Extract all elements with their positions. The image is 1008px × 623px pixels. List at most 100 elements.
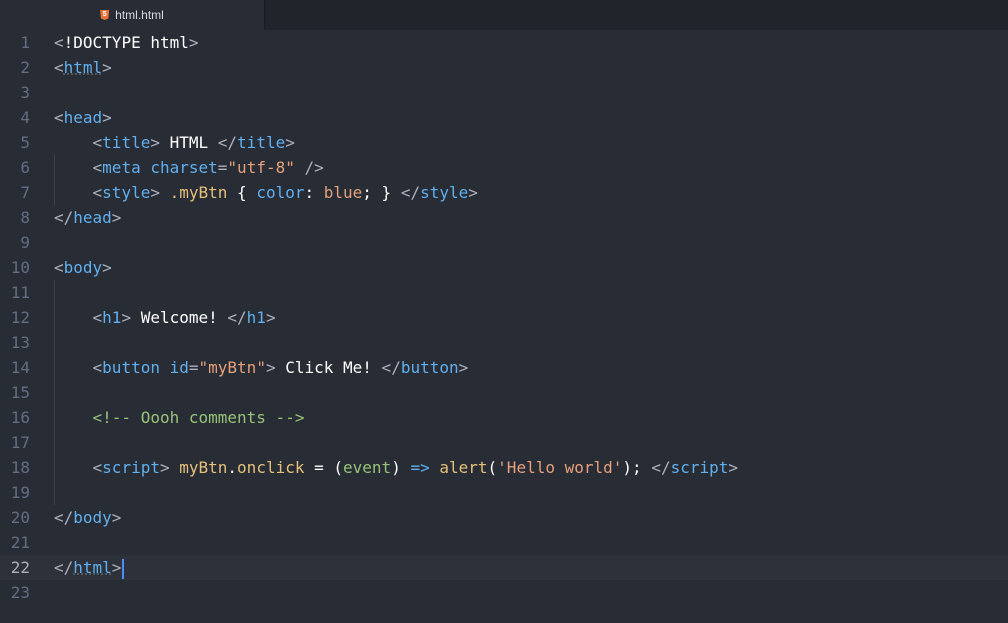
code-token: </ (208, 133, 238, 152)
code-token: < (54, 158, 103, 177)
code-token: . (227, 458, 238, 477)
code-token: < (54, 358, 103, 377)
tab-html-file[interactable]: 5 html.html (0, 0, 264, 30)
code-token: => (410, 458, 430, 477)
code-token: color (256, 183, 305, 202)
code-token: onclick (237, 458, 305, 477)
code-line[interactable]: 6 <meta charset="utf-8" /> (0, 155, 1008, 180)
code-editor[interactable]: 1 <!DOCTYPE html> 2 <html> 3 4 <head> 5 <title>… (0, 30, 1008, 623)
code-line[interactable]: 19 (0, 480, 1008, 505)
code-token: > (728, 458, 739, 477)
line-number: 11 (10, 283, 30, 302)
code-token: > (102, 108, 112, 127)
line-number: 23 (10, 583, 30, 602)
code-text: <html> (54, 55, 112, 80)
line-number: 6 (20, 158, 30, 177)
code-line[interactable]: 13 (0, 330, 1008, 355)
code-token: <!-- Oooh comments --> (54, 408, 305, 427)
code-token: > (265, 308, 276, 327)
line-number: 10 (10, 258, 30, 277)
code-line[interactable]: 2 <html> (0, 55, 1008, 80)
code-token: : (304, 183, 324, 202)
code-token: Welcome! (140, 308, 218, 327)
line-number: 2 (20, 58, 30, 77)
code-token: 'Hello world' (497, 458, 623, 477)
code-line[interactable]: 23 (0, 580, 1008, 605)
text-cursor (122, 558, 125, 579)
code-line[interactable]: 8 </head> (0, 205, 1008, 230)
code-line[interactable]: 21 (0, 530, 1008, 555)
code-text: <title> HTML </title> (54, 130, 295, 155)
code-token: > (102, 258, 112, 277)
code-token: body (63, 258, 103, 277)
line-number: 12 (10, 308, 30, 327)
code-token: < (54, 183, 103, 202)
code-line[interactable]: 20 </body> (0, 505, 1008, 530)
code-token: body (73, 508, 112, 527)
code-line[interactable]: 5 <title> HTML </title> (0, 130, 1008, 155)
code-token: blue (323, 183, 363, 202)
code-token: ); (622, 458, 652, 477)
code-token: </ (54, 208, 74, 227)
code-line[interactable]: 16 <!-- Oooh comments --> (0, 405, 1008, 430)
code-token: > (188, 33, 199, 52)
code-line[interactable]: 9 (0, 230, 1008, 255)
code-line[interactable]: 18 <script> myBtn.onclick = (event) => a… (0, 455, 1008, 480)
code-token: ( (487, 458, 498, 477)
code-token: > (102, 58, 112, 77)
code-token: !DOCTYPE html (63, 33, 189, 52)
code-token: < (54, 33, 64, 52)
line-number: 14 (10, 358, 30, 377)
code-text: <!-- Oooh comments --> (54, 405, 305, 430)
line-number: 22 (10, 558, 30, 577)
code-token: > (150, 183, 170, 202)
code-token: > (468, 183, 478, 202)
code-text: <meta charset="utf-8" /> (54, 155, 324, 180)
code-line[interactable]: 4 <head> (0, 105, 1008, 130)
code-line[interactable]: 12 <h1> Welcome! </h1> (0, 305, 1008, 330)
code-token: id (169, 358, 189, 377)
code-token: html (63, 58, 103, 77)
code-token: </ (54, 508, 74, 527)
code-line[interactable]: 1 <!DOCTYPE html> (0, 30, 1008, 55)
code-token: ; } (362, 183, 401, 202)
code-token: < (54, 458, 103, 477)
code-token: style (420, 183, 469, 202)
code-token: </ (400, 183, 421, 202)
code-token: button (102, 358, 160, 377)
line-number: 5 (20, 133, 30, 152)
code-token: > (265, 358, 286, 377)
code-text: <!DOCTYPE html> (54, 30, 199, 55)
code-token: > (111, 558, 122, 577)
code-line[interactable]: 10 <body> (0, 255, 1008, 280)
line-number: 21 (10, 533, 30, 552)
code-token: /> (294, 158, 324, 177)
code-token: < (54, 108, 64, 127)
code-line[interactable]: 11 (0, 280, 1008, 305)
code-token: </ (651, 458, 671, 477)
code-line[interactable]: 17 (0, 430, 1008, 455)
code-token: Click Me! (285, 358, 372, 377)
code-line[interactable]: 14 <button id="myBtn"> Click Me! </butto… (0, 355, 1008, 380)
line-number: 1 (20, 33, 30, 52)
code-line[interactable]: 22 </html> (0, 555, 1008, 580)
tab-separator (264, 0, 265, 30)
code-token: </ (217, 308, 247, 327)
code-line[interactable]: 3 (0, 80, 1008, 105)
code-token: alert (439, 458, 488, 477)
code-token: < (54, 58, 64, 77)
code-line[interactable]: 15 (0, 380, 1008, 405)
code-token: event (343, 458, 392, 477)
code-token: style (102, 183, 151, 202)
code-token: .myBtn (169, 183, 228, 202)
code-token: head (73, 208, 112, 227)
code-token: = ( (304, 458, 344, 477)
code-text: <head> (54, 105, 112, 130)
code-line[interactable]: 7 <style> .myBtn { color: blue; } </styl… (0, 180, 1008, 205)
code-token: > (111, 208, 122, 227)
code-token: ) (391, 458, 411, 477)
code-token: script (670, 458, 729, 477)
code-text: <body> (54, 255, 112, 280)
code-token: > (285, 133, 295, 152)
